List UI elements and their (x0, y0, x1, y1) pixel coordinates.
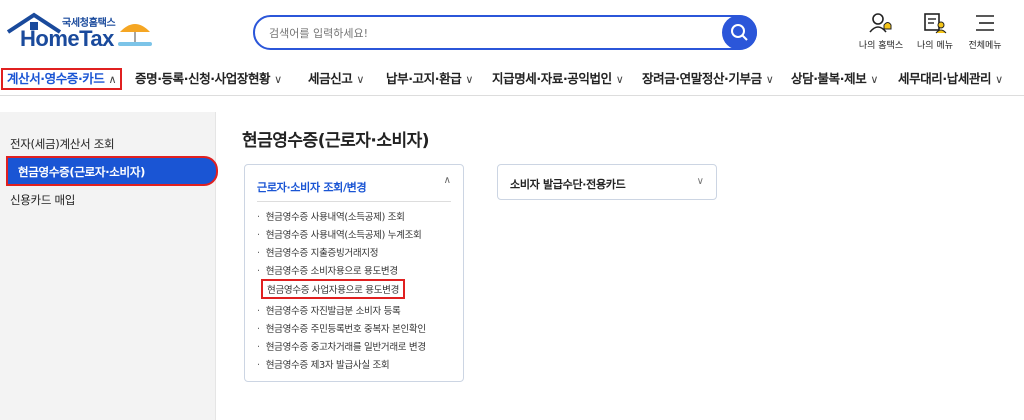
search-input[interactable] (269, 24, 709, 42)
page-title: 현금영수증(근로자·소비자) (242, 131, 430, 151)
nav-item-incentives[interactable]: 장려금·연말정산·기부금 ∨ (642, 68, 774, 90)
bullet-icon: · (257, 342, 260, 353)
chevron-down-icon: ∨ (870, 73, 878, 86)
nav-item-receipts-cards[interactable]: 계산서·영수증·카드 ∧ (1, 68, 123, 90)
main-nav: 계산서·영수증·카드 ∧ 증명·등록·신청·사업장현황 ∨ 세금신고 ∨ 납부·고지·… (0, 62, 1024, 96)
chevron-up-icon: ∧ (108, 73, 117, 86)
menu-link-label: 현금영수증 사업자용으로 용도변경 (267, 285, 400, 296)
chevron-down-icon: ∨ (765, 73, 774, 86)
menu-link-label: 현금영수증 주민등록번호 중복자 본인확인 (265, 324, 426, 335)
nav-item-label: 세금신고 (308, 71, 353, 86)
hamburger-icon (976, 15, 994, 31)
nav-item-label: 납부·고지·환급 (386, 71, 462, 86)
menu-link[interactable]: · 현금영수증 소비자용으로 용도변경 (257, 263, 398, 277)
nav-item-label: 상담·불복·제보 (791, 71, 867, 86)
bullet-icon: · (257, 230, 260, 241)
bullet-icon: · (257, 360, 260, 371)
menu-link[interactable]: · 현금영수증 지출증빙거래지정 (257, 245, 378, 259)
sidebar-item-label: 현금영수증(근로자·소비자) (18, 165, 146, 179)
person-bell-icon (869, 13, 892, 33)
bullet-icon: · (257, 248, 260, 259)
menu-card-consumer-means[interactable]: 소비자 발급수단·전용카드 ∨ (497, 164, 717, 200)
chevron-down-icon: ∨ (696, 176, 704, 187)
bullet-icon: · (257, 306, 260, 317)
menu-link[interactable]: · 현금영수증 제3자 발급사실 조회 (257, 357, 390, 371)
nav-item-consulting[interactable]: 상담·불복·제보 ∨ (791, 68, 878, 90)
all-menu-label: 전체메뉴 (968, 41, 1002, 51)
chevron-down-icon: ∨ (615, 73, 624, 86)
sidebar-item-label: 신용카드 매입 (10, 193, 76, 207)
menu-link[interactable]: · 현금영수증 자진발급분 소비자 등록 (257, 303, 401, 317)
nav-item-label: 증명·등록·신청·사업장현황 (135, 71, 271, 86)
card-title[interactable]: 근로자·소비자 조회/변경 (257, 179, 367, 195)
chevron-up-icon[interactable]: ∧ (444, 175, 451, 186)
menu-link-label: 현금영수증 사용내역(소득공제) 누계조회 (265, 230, 422, 241)
my-menu-icon (924, 13, 947, 34)
chevron-down-icon: ∨ (995, 73, 1003, 86)
menu-link[interactable]: · 현금영수증 중고차거래를 일반거래로 변경 (257, 339, 426, 353)
sidebar: 전자(세금)계산서 조회 현금영수증(근로자·소비자) 신용카드 매입 (0, 112, 218, 420)
bullet-icon: · (257, 266, 260, 277)
nav-item-label: 장려금·연말정산·기부금 (642, 71, 762, 86)
nav-item-payment[interactable]: 납부·고지·환급 ∨ (386, 68, 473, 90)
nav-item-tax-agent[interactable]: 세무대리·납세관리 ∨ (898, 68, 1003, 90)
sidebar-item-e-invoice[interactable]: 전자(세금)계산서 조회 (10, 136, 115, 152)
card-title: 소비자 발급수단·전용카드 (510, 178, 626, 191)
bullet-icon: · (257, 212, 260, 223)
nav-item-statements[interactable]: 지급명세·자료·공익법인 ∨ (492, 68, 624, 90)
menu-link-label: 현금영수증 소비자용으로 용도변경 (265, 266, 398, 277)
menu-link-label: 현금영수증 자진발급분 소비자 등록 (265, 306, 401, 317)
nav-item-label: 계산서·영수증·카드 (7, 71, 105, 86)
menu-link[interactable]: · 현금영수증 사용내역(소득공제) 조회 (257, 209, 405, 223)
chevron-down-icon: ∨ (274, 73, 282, 86)
my-hometax-button[interactable]: 나의 홈택스 (851, 12, 911, 51)
my-hometax-label: 나의 홈택스 (858, 41, 904, 51)
menu-link[interactable]: · 현금영수증 주민등록번호 중복자 본인확인 (257, 321, 426, 335)
chevron-down-icon: ∨ (465, 73, 473, 86)
menu-link-label: 현금영수증 지출증빙거래지정 (265, 248, 379, 259)
menu-link-label: 현금영수증 제3자 발급사실 조회 (265, 360, 390, 371)
search-bar[interactable] (253, 15, 757, 50)
umbrella-icon (118, 24, 152, 46)
header: 국세청홈택스 HomeTax 나의 홈택스 (0, 0, 1024, 62)
menu-link-label: 현금영수증 중고차거래를 일반거래로 변경 (265, 342, 426, 353)
menu-link-label: 현금영수증 사용내역(소득공제) 조회 (265, 212, 405, 223)
nav-item-certificates[interactable]: 증명·등록·신청·사업장현황 ∨ (135, 68, 282, 90)
menu-link[interactable]: · 현금영수증 사용내역(소득공제) 누계조회 (257, 227, 422, 241)
search-button[interactable] (722, 15, 757, 50)
menu-link-business-use[interactable]: 현금영수증 사업자용으로 용도변경 (261, 279, 406, 299)
sidebar-item-cash-receipt[interactable]: 현금영수증(근로자·소비자) (6, 156, 218, 186)
bullet-icon: · (257, 324, 260, 335)
chevron-down-icon: ∨ (356, 73, 365, 86)
divider (257, 201, 451, 202)
logo-title: HomeTax (20, 26, 114, 51)
hometax-logo[interactable]: 국세청홈택스 HomeTax (6, 10, 156, 54)
nav-item-tax-filing[interactable]: 세금신고 ∨ (308, 68, 364, 90)
all-menu-button[interactable]: 전체메뉴 (955, 12, 1015, 51)
nav-item-label: 지급명세·자료·공익법인 (492, 71, 612, 86)
search-icon (731, 24, 748, 41)
my-menu-label: 나의 메뉴 (917, 41, 953, 51)
menu-card-worker-consumer: 근로자·소비자 조회/변경 ∧ · 현금영수증 사용내역(소득공제) 조회 · 현금… (244, 164, 464, 382)
nav-item-label: 세무대리·납세관리 (898, 71, 992, 86)
sidebar-item-credit-card[interactable]: 신용카드 매입 (10, 192, 75, 208)
sidebar-item-label: 전자(세금)계산서 조회 (10, 137, 115, 151)
